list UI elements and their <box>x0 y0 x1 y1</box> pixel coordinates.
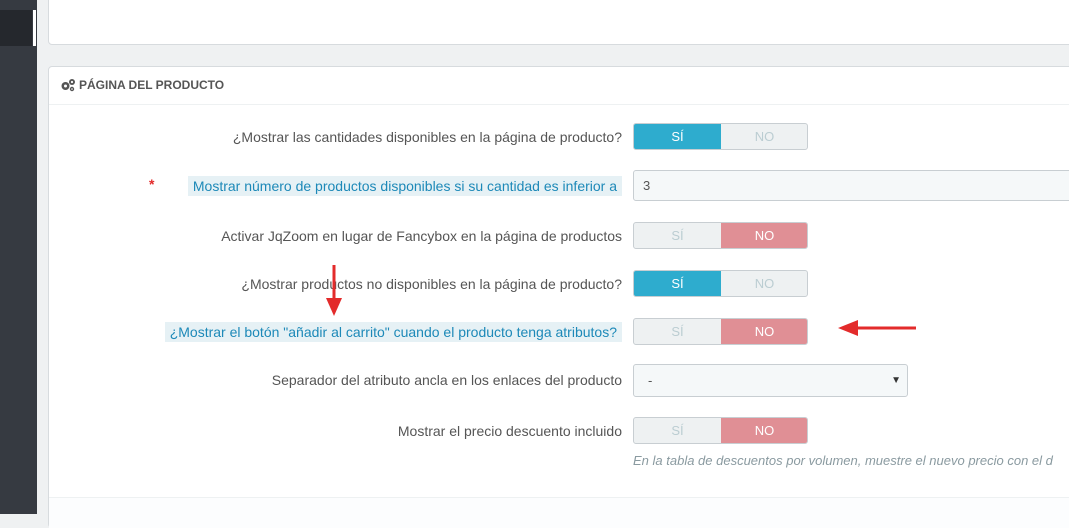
anchor-separator-select[interactable]: - ▼ <box>633 364 908 397</box>
anchor-separator-label: Separador del atributo ancla en los enla… <box>271 372 622 388</box>
show-discount-price-yes[interactable]: SÍ <box>634 418 721 443</box>
low-stock-label[interactable]: Mostrar número de productos disponibles … <box>187 176 622 196</box>
jqzoom-yes[interactable]: SÍ <box>634 223 721 248</box>
add-to-cart-attributes-no[interactable]: NO <box>721 319 807 344</box>
show-quantities-label: ¿Mostrar las cantidades disponibles en l… <box>232 129 622 145</box>
show-quantities-no[interactable]: NO <box>721 124 807 149</box>
show-unavailable-yes[interactable]: SÍ <box>634 271 721 296</box>
down-arrow-annotation-icon <box>326 265 342 316</box>
add-to-cart-attributes-switch[interactable]: SÍ NO <box>633 318 808 345</box>
show-discount-price-label: Mostrar el precio descuento incluido <box>397 423 622 439</box>
previous-panel <box>48 0 1069 45</box>
show-quantities-yes[interactable]: SÍ <box>634 124 721 149</box>
show-discount-price-switch[interactable]: SÍ NO <box>633 417 808 444</box>
caret-down-icon: ▼ <box>891 375 901 386</box>
jqzoom-label: Activar JqZoom en lugar de Fancybox en l… <box>221 228 622 244</box>
add-to-cart-attributes-label[interactable]: ¿Mostrar el botón "añadir al carrito" cu… <box>164 322 622 342</box>
show-unavailable-no[interactable]: NO <box>721 271 807 296</box>
show-unavailable-label: ¿Mostrar productos no disponibles en la … <box>241 276 622 292</box>
sidebar-active-indicator <box>33 10 36 46</box>
required-asterisk: * <box>149 176 155 192</box>
jqzoom-switch[interactable]: SÍ NO <box>633 222 808 249</box>
sidebar-active-item[interactable] <box>0 10 32 46</box>
panel-title: PÁGINA DEL PRODUCTO <box>79 78 225 92</box>
show-discount-price-help: En la tabla de descuentos por volumen, m… <box>633 453 1053 468</box>
show-unavailable-switch[interactable]: SÍ NO <box>633 270 808 297</box>
left-arrow-annotation-icon <box>838 320 916 336</box>
admin-sidebar <box>0 0 37 514</box>
panel-footer <box>49 497 1069 528</box>
add-to-cart-attributes-yes[interactable]: SÍ <box>634 319 721 344</box>
low-stock-input[interactable]: 3 <box>633 170 1069 201</box>
anchor-separator-value: - <box>648 373 653 388</box>
show-discount-price-no[interactable]: NO <box>721 418 807 443</box>
show-quantities-switch[interactable]: SÍ NO <box>633 123 808 150</box>
panel-heading: PÁGINA DEL PRODUCTO <box>49 67 1069 105</box>
cogs-icon <box>61 79 75 92</box>
jqzoom-no[interactable]: NO <box>721 223 807 248</box>
